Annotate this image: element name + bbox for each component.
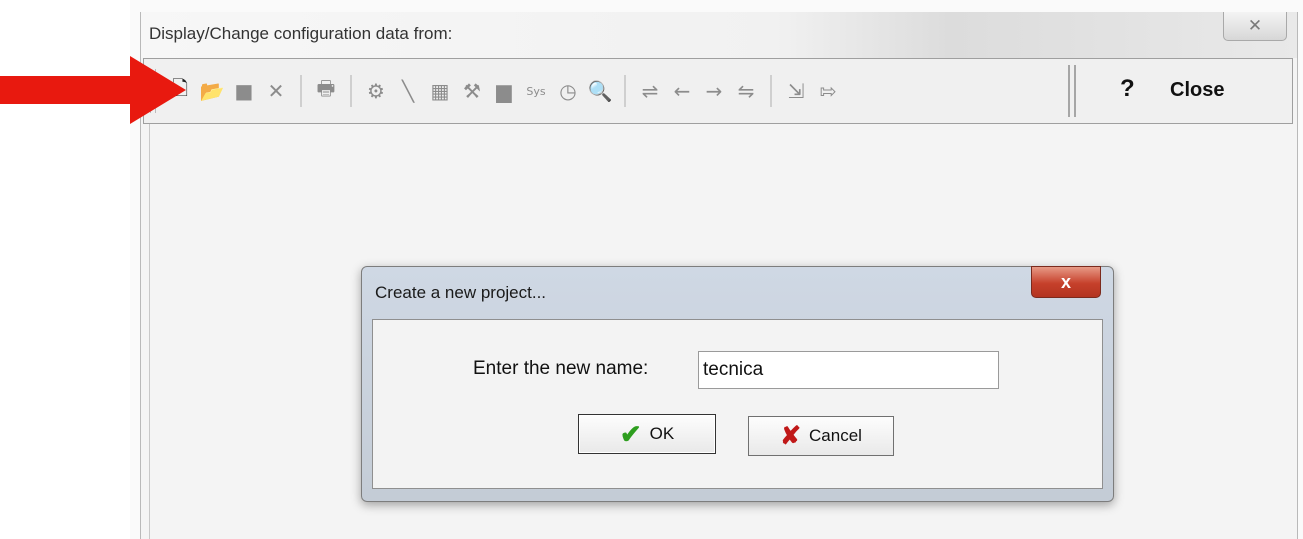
insert-right-icon[interactable]: ⇋ bbox=[730, 71, 762, 111]
dialog-body: Enter the new name: ✔ OK ✘ Cancel bbox=[372, 319, 1103, 489]
dialog-close-button[interactable]: x bbox=[1031, 266, 1101, 298]
export-icon[interactable]: ⇰ bbox=[812, 71, 844, 111]
name-label: Enter the new name: bbox=[473, 358, 649, 379]
toolbar-separator bbox=[624, 75, 626, 107]
cancel-button[interactable]: ✘ Cancel bbox=[748, 416, 894, 456]
toolbar-divider bbox=[1068, 65, 1076, 117]
arrow-left-icon[interactable]: ← bbox=[666, 71, 698, 111]
toolbar-separator bbox=[350, 75, 352, 107]
new-project-dialog: Create a new project... x Enter the new … bbox=[361, 266, 1114, 502]
toolbar-separator bbox=[300, 75, 302, 107]
tools-icon[interactable]: ⚒ bbox=[456, 71, 488, 111]
gauge-icon[interactable]: ◷ bbox=[552, 71, 584, 111]
project-name-input[interactable] bbox=[698, 351, 999, 389]
monitor-icon[interactable]: ▆ bbox=[488, 71, 520, 111]
search-icon[interactable]: 🔍 bbox=[584, 71, 616, 111]
close-button[interactable]: Close bbox=[1170, 79, 1224, 102]
import-icon[interactable]: ⇲ bbox=[780, 71, 812, 111]
grid-icon[interactable]: ▦ bbox=[424, 71, 456, 111]
window-titlebar: Display/Change configuration data from: … bbox=[141, 12, 1297, 58]
open-folder-icon[interactable]: 📂 bbox=[196, 71, 228, 111]
ok-label: OK bbox=[649, 424, 675, 443]
window-title: Display/Change configuration data from: bbox=[149, 24, 453, 43]
dialog-title: Create a new project... bbox=[375, 283, 547, 302]
cancel-x-icon: ✘ bbox=[780, 421, 802, 450]
close-icon: x bbox=[1060, 271, 1071, 292]
cancel-label: Cancel bbox=[809, 426, 862, 445]
checkmark-icon: ✔ bbox=[619, 419, 642, 449]
close-icon: ✕ bbox=[1247, 16, 1263, 35]
print-icon[interactable]: 🖶 bbox=[310, 71, 342, 111]
save-icon[interactable]: ■ bbox=[228, 71, 260, 111]
red-arrow-icon bbox=[0, 56, 186, 124]
insert-icon[interactable]: ⇌ bbox=[634, 71, 666, 111]
help-button[interactable]: ? bbox=[1120, 75, 1135, 103]
sys-icon[interactable]: Sys bbox=[520, 71, 552, 111]
arrow-right-icon[interactable]: → bbox=[698, 71, 730, 111]
toolbar: 🗋📂■✕🖶⚙╲▦⚒▆Sys◷🔍⇌←→⇋⇲⇰ ? Close bbox=[143, 58, 1293, 124]
toolbar-separator bbox=[770, 75, 772, 107]
window-close-button[interactable]: ✕ bbox=[1223, 12, 1287, 41]
network-icon[interactable]: ⚙ bbox=[360, 71, 392, 111]
line-icon[interactable]: ╲ bbox=[392, 71, 424, 111]
delete-icon[interactable]: ✕ bbox=[260, 71, 292, 111]
toolbar-buttons: 🗋📂■✕🖶⚙╲▦⚒▆Sys◷🔍⇌←→⇋⇲⇰ bbox=[144, 59, 1074, 123]
ok-button[interactable]: ✔ OK bbox=[578, 414, 716, 454]
